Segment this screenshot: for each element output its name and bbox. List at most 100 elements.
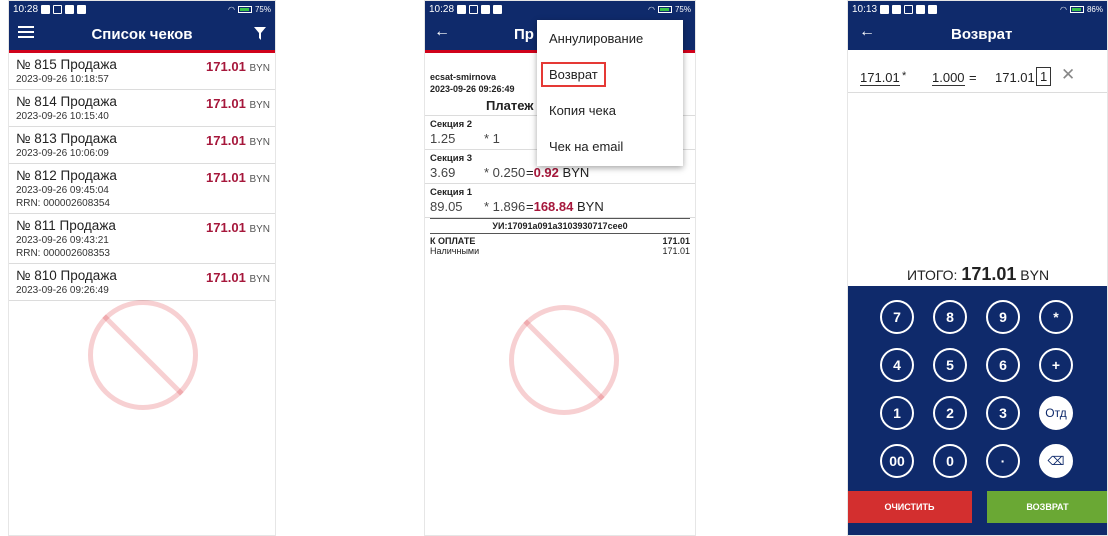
notification-icon (53, 4, 63, 14)
receipt-amount: 171.01 BYN (206, 96, 270, 111)
menu-item-label: Копия чека (549, 102, 616, 118)
key-9[interactable]: 9 (986, 300, 1020, 334)
key-backspace[interactable]: ⌫ (1039, 444, 1073, 478)
receipt-date: 2023-09-26 09:43:21 (16, 235, 109, 246)
list-item[interactable]: № 814 Продажа 2023-09-26 10:15:40 171.01 B… (8, 90, 276, 127)
total-row: ИТОГО: 171.01 BYN (907, 264, 1049, 285)
filter-icon[interactable] (254, 27, 266, 45)
section-qty: * 0.250 (484, 165, 526, 180)
total-label: ИТОГО: (907, 267, 958, 283)
key-7[interactable]: 7 (880, 300, 914, 334)
calc-total: 171.01 (995, 70, 1035, 85)
clear-button-label: ОЧИСТИТЬ (884, 502, 935, 512)
receipt-amount: 171.01 BYN (206, 220, 270, 235)
section-eq: = (526, 165, 534, 180)
calc-count-field[interactable]: 1 (1036, 67, 1052, 86)
menu-item-return[interactable]: Возврат (537, 56, 683, 92)
context-menu: Аннулирование Возврат Копия чека Чек на … (537, 20, 683, 166)
to-pay-row: К ОПЛАТЕ 171.01 (424, 234, 696, 246)
key-plus[interactable]: + (1039, 348, 1073, 382)
receipt-amount: 171.01 BYN (206, 133, 270, 148)
notification-icon (493, 4, 503, 14)
list-item[interactable]: № 813 Продажа 2023-09-26 10:06:09 171.01 B… (8, 127, 276, 164)
return-button-label: ВОЗВРАТ (1026, 502, 1069, 512)
menu-item-label: Аннулирование (549, 30, 644, 46)
key-2[interactable]: 2 (933, 396, 967, 430)
menu-item-annul[interactable]: Аннулирование (537, 20, 683, 56)
battery-icon (1069, 5, 1084, 13)
section-price: 3.69 (430, 165, 456, 180)
list-item[interactable]: № 811 Продажа 2023-09-26 09:43:21 RRN: 000… (8, 214, 276, 264)
return-screen: 10:13 ◠ 86% ← Возврат 171.01 * 1.000 = 1… (847, 0, 1108, 536)
list-item[interactable]: № 815 Продажа 2023-09-26 10:18:57 171.01 B… (8, 53, 276, 90)
list-item[interactable]: № 810 Продажа 2023-09-26 09:26:49 171.01 B… (8, 264, 276, 301)
section-qty: * 1 (484, 131, 500, 146)
wifi-icon: ◠ (648, 4, 655, 14)
section-price: 89.05 (430, 199, 463, 214)
battery-icon (657, 5, 672, 13)
section-price: 1.25 (430, 131, 456, 146)
close-icon[interactable]: ✕ (1061, 65, 1075, 85)
receipt-date: 2023-09-26 09:45:04 (16, 185, 109, 196)
amount-currency: BYN (249, 137, 270, 148)
status-time: 10:28 (13, 3, 39, 15)
section-name: Секция 1 (430, 187, 473, 198)
amount-value: 171.01 (206, 270, 246, 285)
battery-level: 75% (674, 4, 691, 14)
total-currency: BYN (1020, 267, 1050, 283)
status-bar: 10:28 ◠ 75% (8, 0, 276, 18)
key-3[interactable]: 3 (986, 396, 1020, 430)
section-row: Секция 1 89.05 * 1.896 =168.84 BYN (424, 184, 696, 218)
to-pay-label: К ОПЛАТЕ (430, 236, 476, 246)
app-bar: Список чеков (8, 18, 276, 50)
calc-line: 171.01 * 1.000 = 171.01 1 ✕ (847, 62, 1108, 93)
receipt-date: 2023-09-26 10:06:09 (16, 148, 109, 159)
section-sum: 0.92 (533, 165, 559, 180)
cash-row: Наличными 171.01 (424, 246, 696, 256)
notification-icon (892, 4, 902, 14)
notification-icon (469, 4, 479, 14)
key-decimal[interactable]: · (986, 444, 1020, 478)
key-0[interactable]: 0 (933, 444, 967, 478)
amount-currency: BYN (249, 100, 270, 111)
calc-price-field[interactable]: 171.01 (860, 70, 900, 86)
amount-value: 171.01 (206, 170, 246, 185)
key-6[interactable]: 6 (986, 348, 1020, 382)
key-4[interactable]: 4 (880, 348, 914, 382)
return-button[interactable]: ВОЗВРАТ (987, 491, 1108, 523)
clear-button[interactable]: ОЧИСТИТЬ (847, 491, 972, 523)
list-item[interactable]: № 812 Продажа 2023-09-26 09:45:04 RRN: 000… (8, 164, 276, 214)
status-time: 10:28 (429, 3, 455, 15)
section-currency: BYN (562, 165, 590, 180)
to-pay-value: 171.01 (662, 236, 690, 246)
back-arrow-icon[interactable]: ← (859, 23, 875, 41)
menu-item-receipt-copy[interactable]: Копия чека (537, 92, 683, 128)
calc-multiply: * (902, 70, 907, 82)
app-bar: ← Возврат (847, 18, 1108, 50)
key-8[interactable]: 8 (933, 300, 967, 334)
calc-qty-field[interactable]: 1.000 (932, 70, 965, 86)
key-5[interactable]: 5 (933, 348, 967, 382)
wifi-icon: ◠ (228, 4, 235, 14)
key-multiply[interactable]: * (1039, 300, 1073, 334)
key-1[interactable]: 1 (880, 396, 914, 430)
cash-label: Наличными (430, 246, 480, 256)
section-currency: BYN (576, 199, 604, 214)
total-value: 171.01 (961, 264, 1017, 284)
key-section[interactable]: Отд (1039, 396, 1073, 430)
calc-equals: = (969, 70, 977, 85)
wifi-icon: ◠ (1060, 4, 1067, 14)
notification-icon (916, 4, 926, 14)
menu-item-email-receipt[interactable]: Чек на email (537, 128, 683, 164)
battery-level: 86% (1086, 4, 1103, 14)
notification-icon (77, 4, 87, 14)
status-right: ◠ 75% (648, 5, 691, 14)
amount-value: 171.01 (206, 59, 246, 74)
receipt-date: 2023-09-26 10:15:40 (16, 111, 109, 122)
back-arrow-icon[interactable]: ← (434, 23, 450, 41)
notification-icon (41, 4, 51, 14)
key-00[interactable]: 00 (880, 444, 914, 478)
amount-currency: BYN (249, 224, 270, 235)
notification-icon (880, 4, 890, 14)
status-time: 10:13 (852, 3, 878, 15)
